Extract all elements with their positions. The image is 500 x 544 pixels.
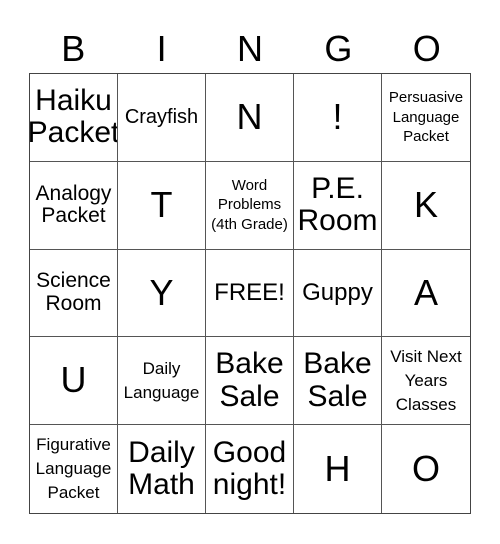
bingo-cell[interactable]: P.E. Room (294, 161, 382, 250)
bingo-cell[interactable]: Haiku Packet (30, 74, 118, 162)
bingo-cell[interactable]: Figurative Language Packet (30, 425, 118, 513)
bingo-cell[interactable]: Science Room (30, 249, 118, 338)
bingo-cell[interactable]: Persuasive Language Packet (382, 74, 470, 162)
bingo-cell[interactable]: Word Problems (4th Grade) (206, 161, 294, 250)
bingo-grid: Haiku Packet Crayfish N ! Persuasive Lan… (29, 73, 471, 514)
bingo-cell[interactable]: O (382, 425, 470, 513)
bingo-cell[interactable]: A (382, 250, 470, 338)
bingo-cell[interactable]: Guppy (294, 249, 382, 338)
bingo-cell[interactable]: Y (118, 249, 206, 338)
bingo-cell[interactable]: T (118, 161, 206, 250)
bingo-cell[interactable]: ! (294, 74, 382, 162)
header-letter-b: B (61, 28, 86, 69)
bingo-cell[interactable]: Bake Sale (206, 337, 294, 426)
bingo-cell[interactable]: N (206, 74, 294, 162)
bingo-cell[interactable]: H (294, 425, 382, 513)
bingo-cell[interactable]: Daily Math (118, 425, 206, 513)
bingo-cell[interactable]: U (30, 337, 118, 426)
header-letter-i: I (156, 28, 167, 69)
bingo-cell[interactable]: Daily Language (118, 337, 206, 426)
bingo-header: B I N G O (29, 24, 471, 74)
bingo-cell[interactable]: Visit Next Years Classes (382, 337, 470, 426)
bingo-cell[interactable]: Bake Sale (294, 337, 382, 426)
header-letter-g: G (324, 28, 353, 69)
header-letter-o: O (412, 28, 441, 69)
bingo-cell[interactable]: Crayfish (118, 74, 206, 162)
header-letter-n: N (236, 28, 263, 69)
bingo-cell[interactable]: K (382, 162, 470, 250)
bingo-cell[interactable]: Good night! (206, 425, 294, 513)
bingo-cell[interactable]: Analogy Packet (30, 161, 118, 250)
bingo-cell free-space[interactable]: FREE! (206, 249, 294, 338)
